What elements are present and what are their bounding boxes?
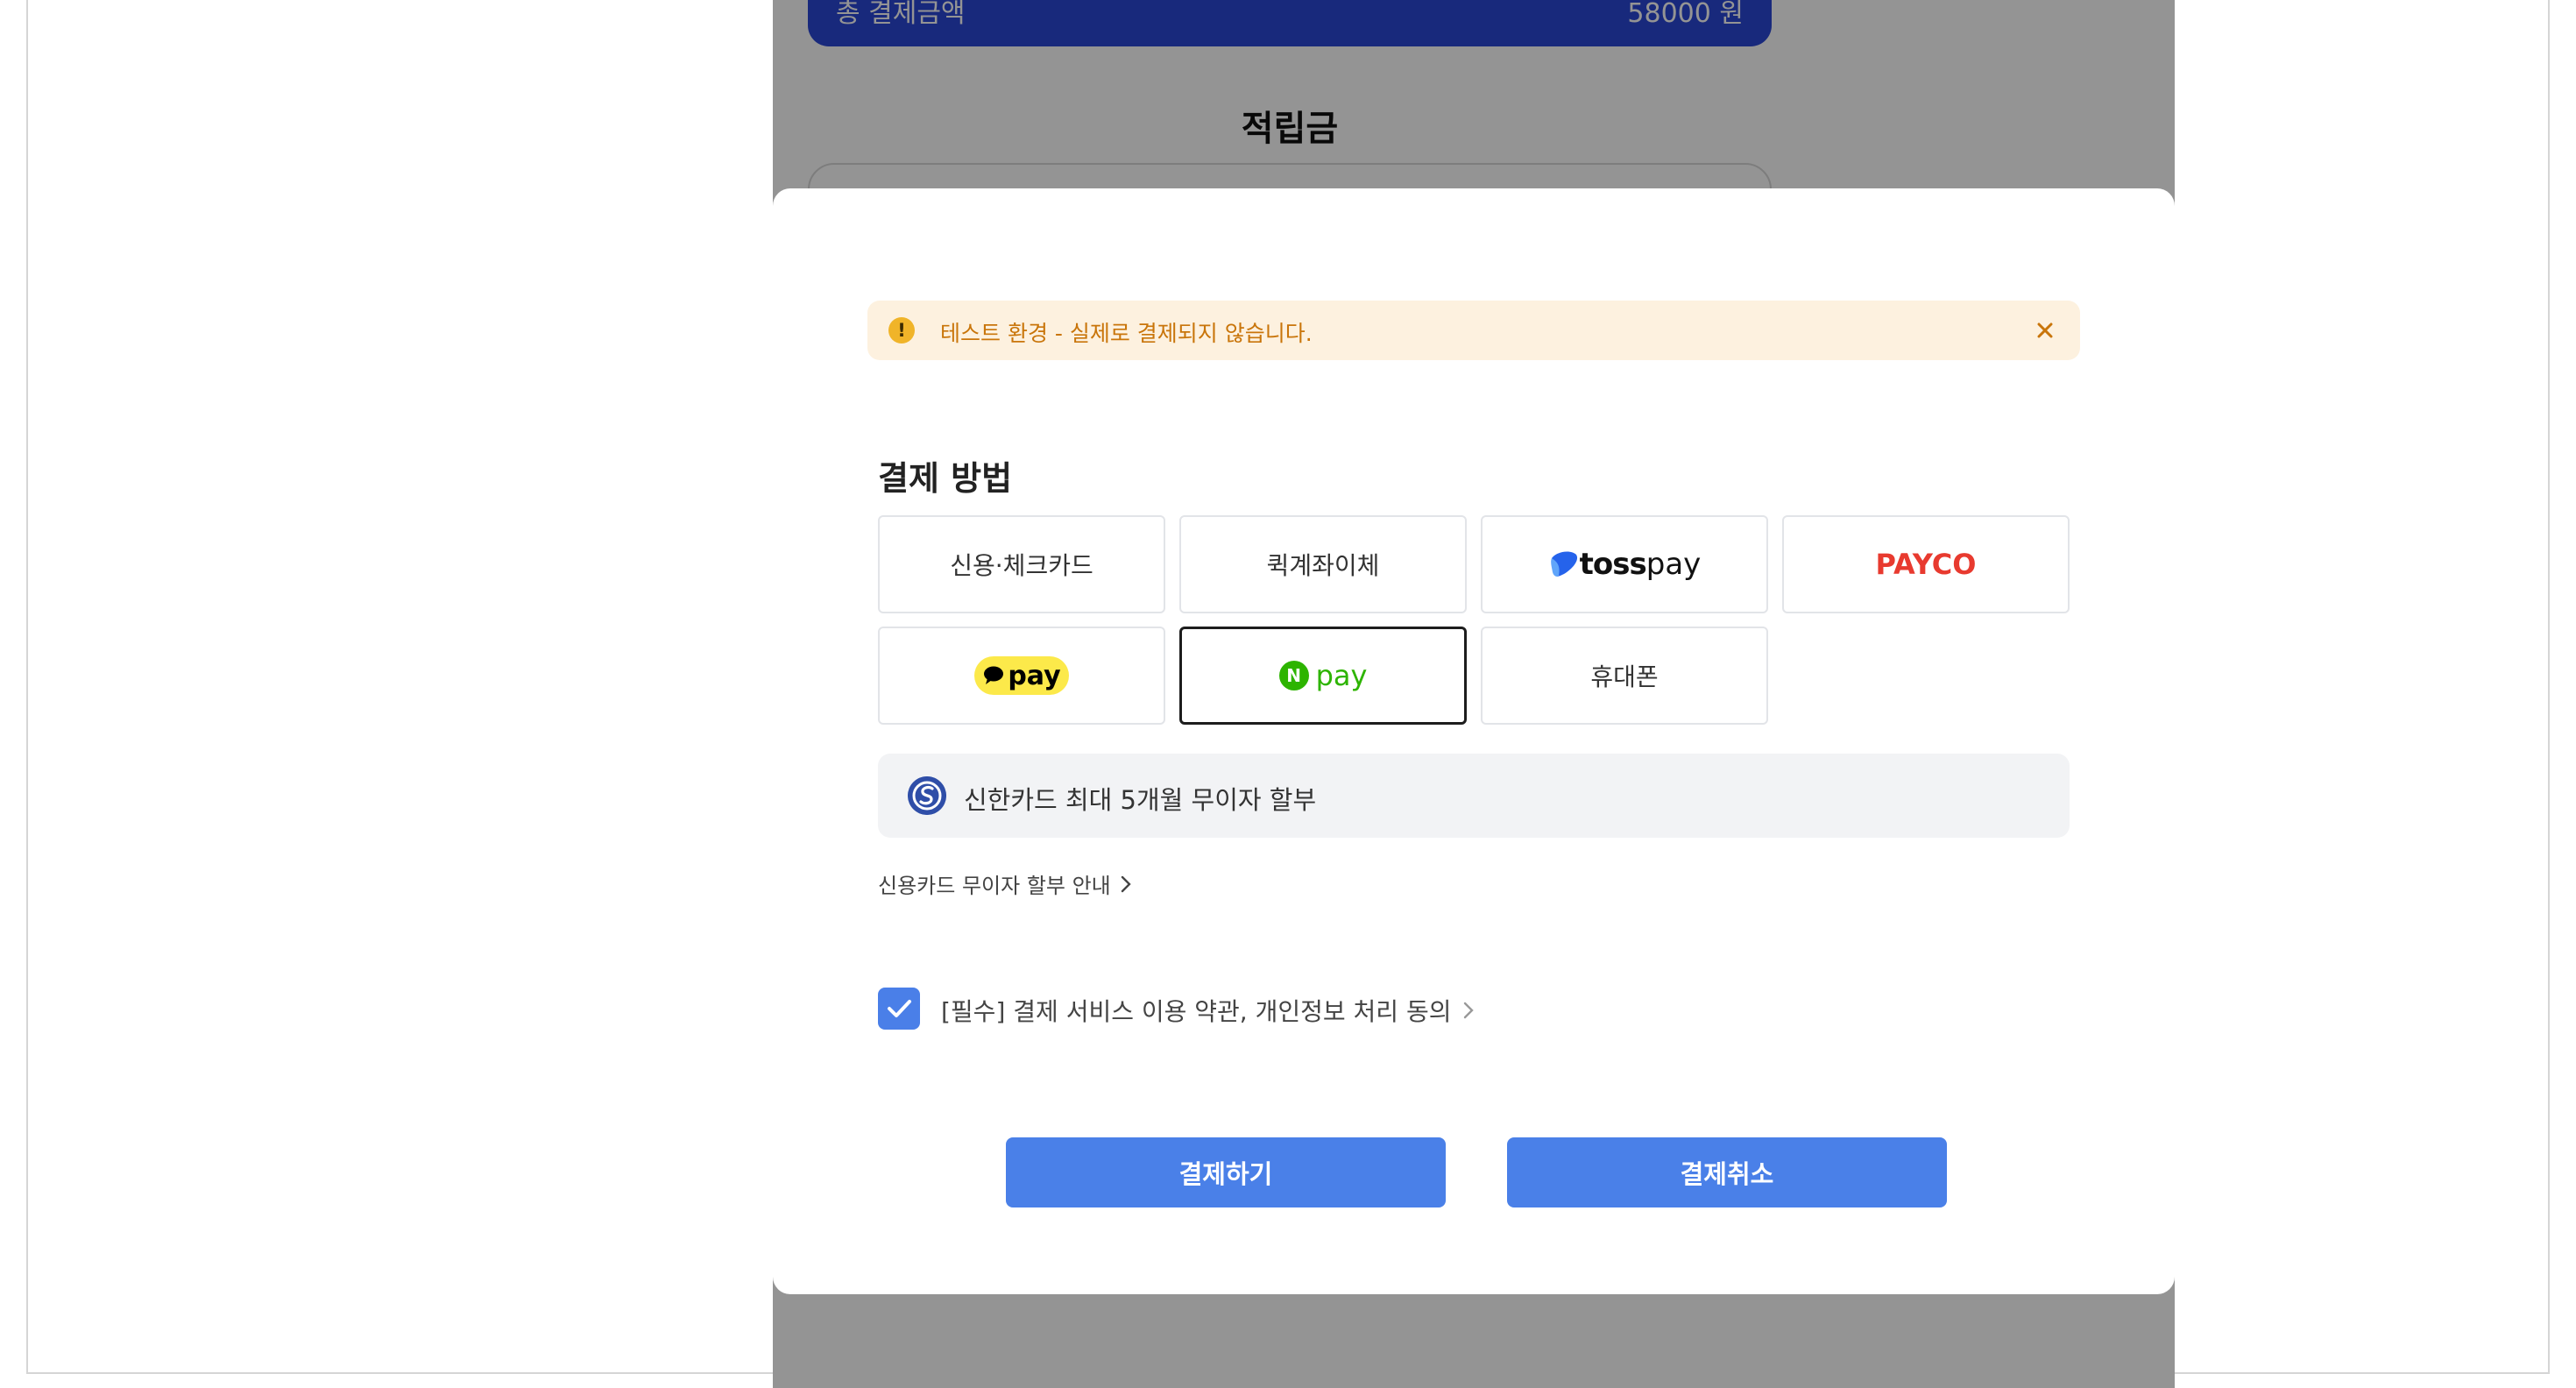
- agreement-link[interactable]: [필수] 결제 서비스 이용 약관, 개인정보 처리 동의: [941, 993, 1475, 1028]
- tosspay-pay-text: pay: [1645, 547, 1702, 582]
- notice-close-button[interactable]: [2029, 315, 2061, 346]
- test-environment-notice: ! 테스트 환경 - 실제로 결제되지 않습니다.: [867, 301, 2080, 360]
- installment-info-link[interactable]: 신용카드 무이자 할부 안내: [878, 868, 1132, 899]
- screen: 총 결제금액 58000 원 적립금 ! 테스트 환경 - 실제로 결제되지 않…: [0, 0, 2576, 1388]
- payment-method-payco[interactable]: PAYCO: [1782, 515, 2070, 613]
- pay-button[interactable]: 결제하기: [1006, 1137, 1446, 1207]
- agreement-label: [필수] 결제 서비스 이용 약관, 개인정보 처리 동의: [941, 997, 1452, 1026]
- promo-text: 신한카드 최대 5개월 무이자 할부: [964, 785, 1317, 815]
- card-promo-banner: 신한카드 최대 5개월 무이자 할부: [878, 754, 2070, 838]
- warning-icon: !: [888, 317, 915, 343]
- tosspay-brand-text: toss: [1579, 547, 1647, 582]
- kakaopay-logo: pay: [974, 656, 1069, 695]
- checkmark-icon: [888, 1000, 911, 1017]
- agreement-checkbox[interactable]: [878, 988, 920, 1030]
- chevron-right-icon: [1121, 875, 1131, 892]
- payment-method-phone-label: 휴대폰: [1590, 662, 1659, 691]
- speech-bubble-icon: [984, 666, 1004, 684]
- payment-method-naverpay[interactable]: N pay: [1179, 627, 1467, 725]
- naver-n-icon: N: [1278, 661, 1309, 690]
- naverpay-pay-text: pay: [1315, 659, 1368, 692]
- payment-method-title: 결제 방법: [878, 459, 1013, 498]
- shinhan-card-icon: [908, 776, 946, 815]
- cancel-payment-button[interactable]: 결제취소: [1507, 1137, 1947, 1207]
- naverpay-logo: N pay: [1278, 659, 1368, 692]
- payco-logo-text: PAYCO: [1875, 548, 1977, 581]
- payment-method-card-label: 신용·체크카드: [950, 551, 1093, 580]
- tosspay-logo-icon: [1550, 551, 1577, 577]
- payment-method-transfer[interactable]: 퀵계좌이체: [1179, 515, 1467, 613]
- notice-text: 테스트 환경 - 실제로 결제되지 않습니다.: [940, 321, 1313, 346]
- payment-modal: ! 테스트 환경 - 실제로 결제되지 않습니다. 결제 방법 신용·체크카드 …: [773, 188, 2175, 1294]
- kakaopay-pay-text: pay: [1008, 660, 1061, 691]
- payment-method-tosspay[interactable]: toss pay: [1481, 515, 1768, 613]
- payment-method-transfer-label: 퀵계좌이체: [1266, 551, 1380, 580]
- payment-method-phone[interactable]: 휴대폰: [1481, 627, 1768, 725]
- installment-info-label: 신용카드 무이자 할부 안내: [878, 874, 1111, 898]
- chevron-right-icon: [1463, 1002, 1474, 1019]
- payment-method-card[interactable]: 신용·체크카드: [878, 515, 1165, 613]
- close-icon: [2037, 322, 2053, 338]
- payment-method-kakaopay[interactable]: pay: [878, 627, 1165, 725]
